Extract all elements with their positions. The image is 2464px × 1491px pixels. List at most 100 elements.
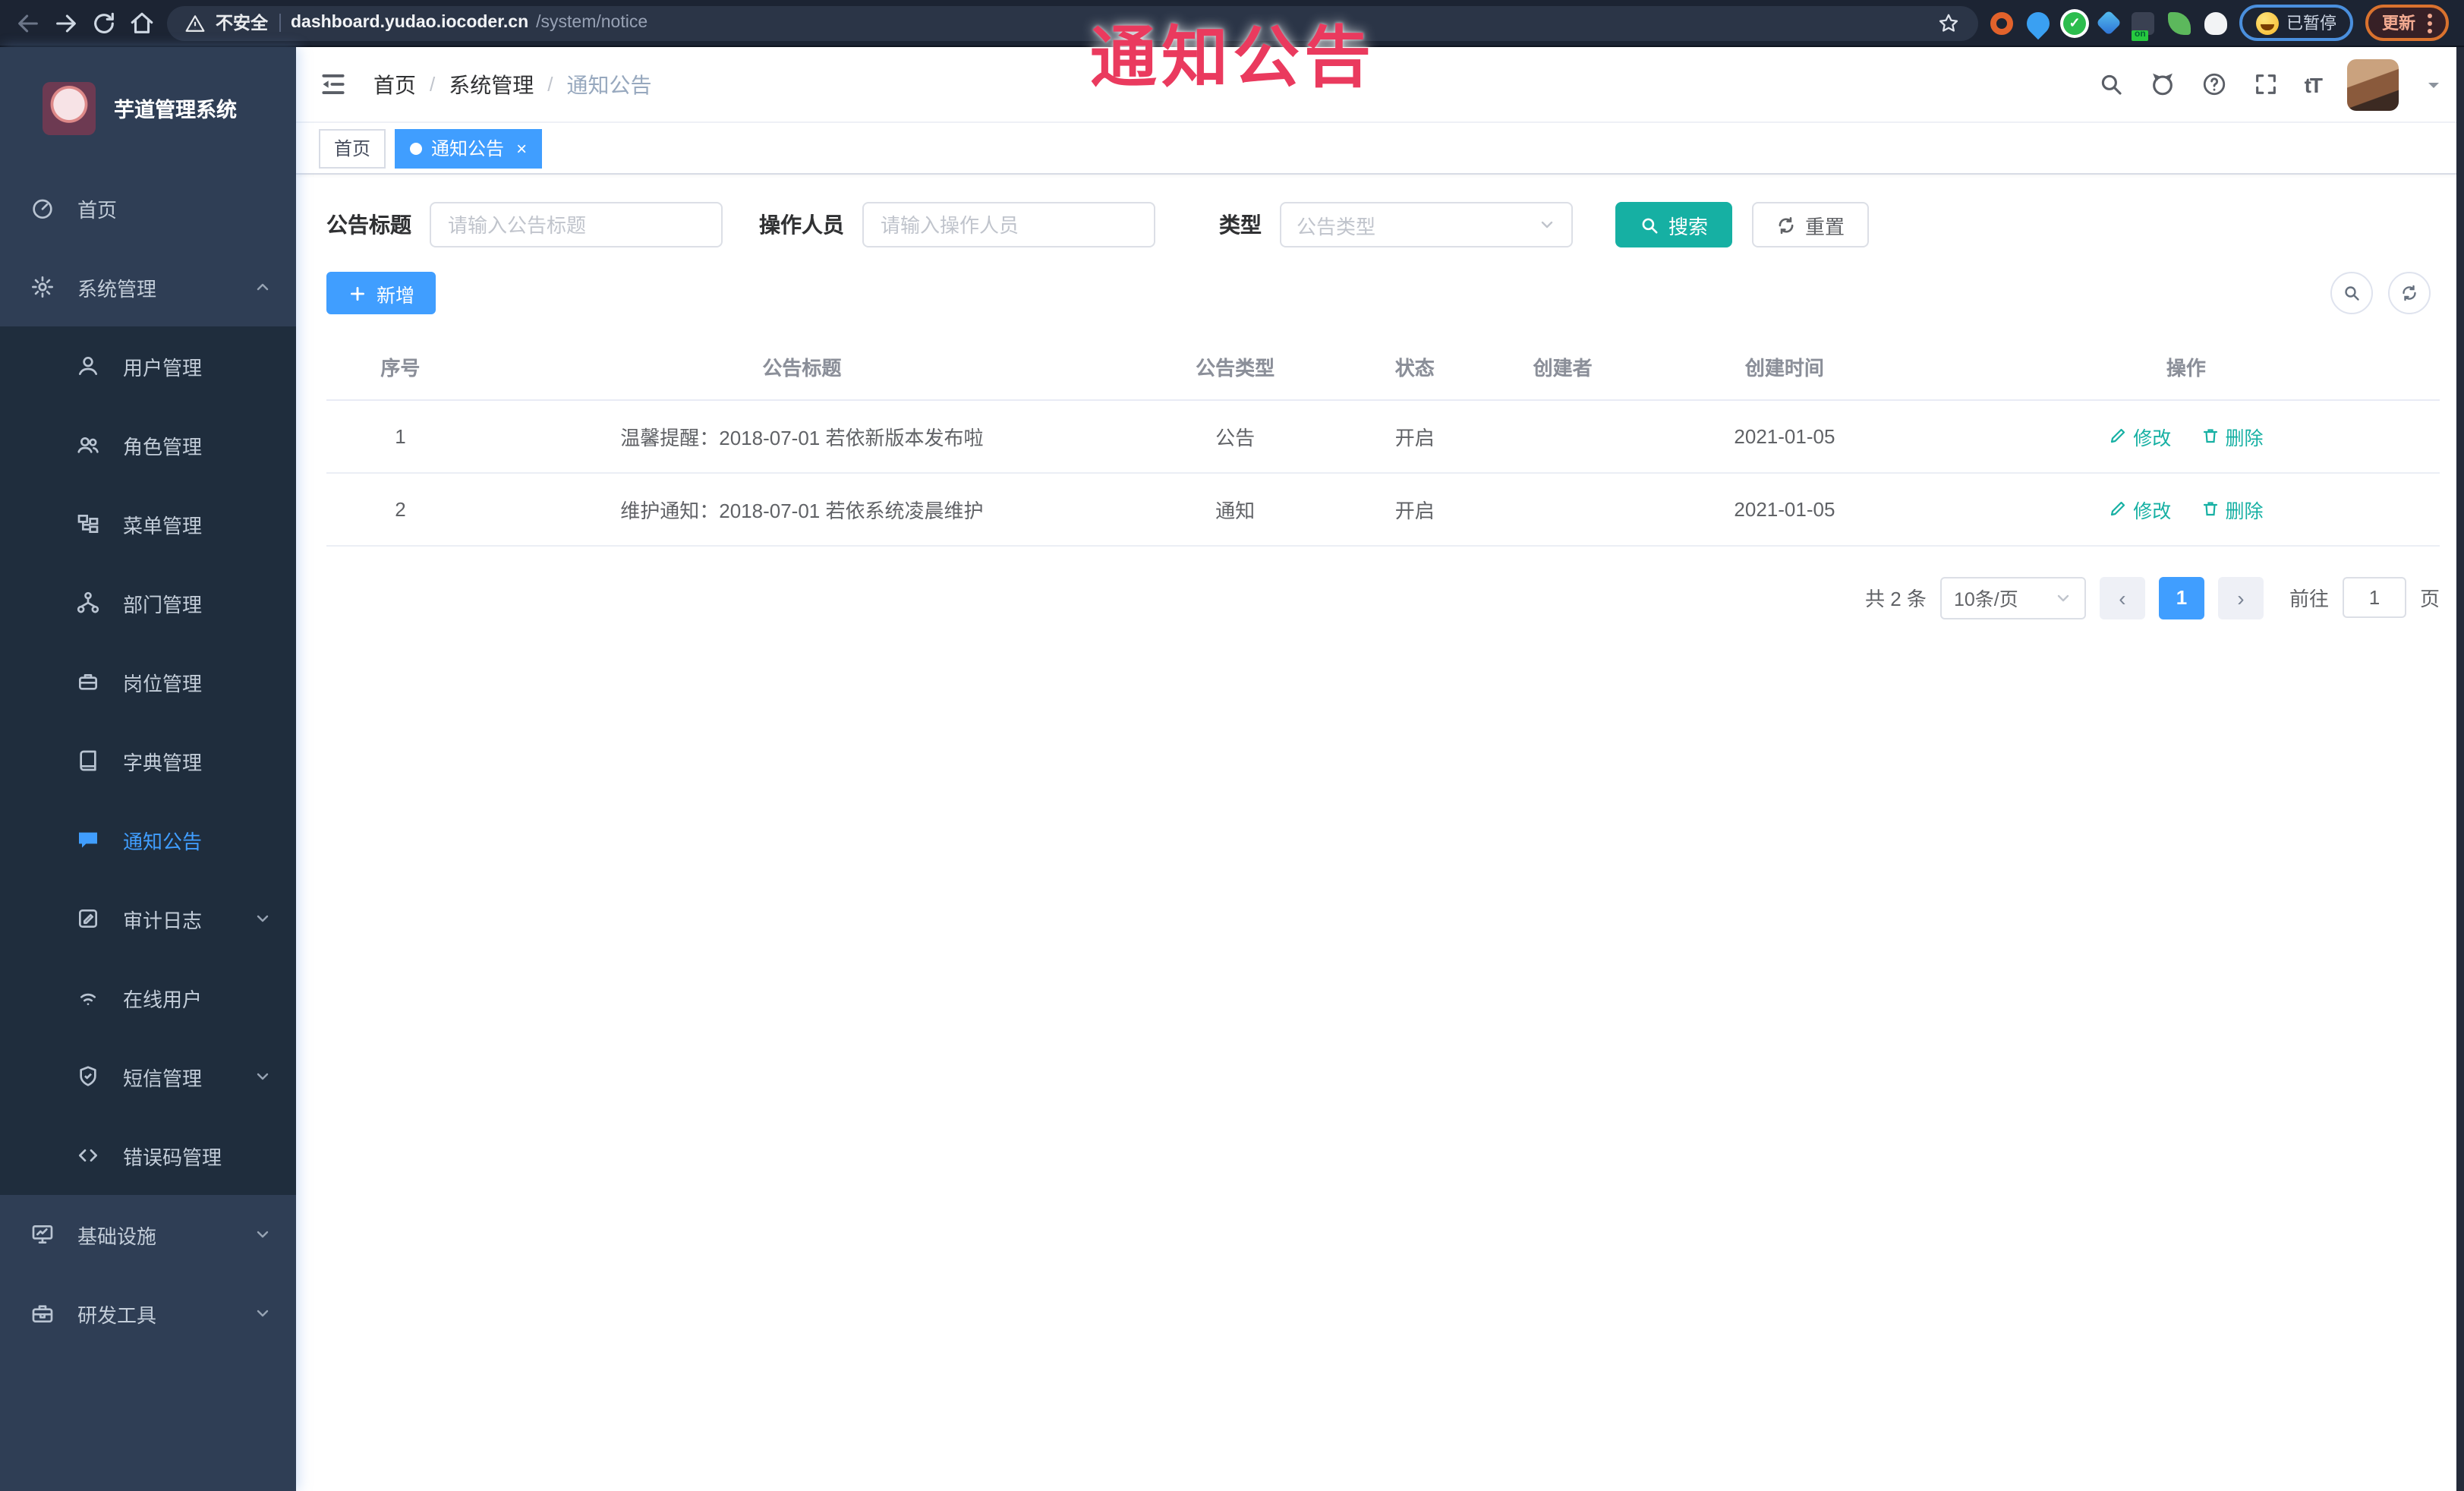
extension-leaf-icon[interactable] xyxy=(2168,11,2191,34)
sidebar-item-menus[interactable]: 菜单管理 xyxy=(0,484,296,563)
browser-menu-icon[interactable] xyxy=(2428,13,2432,33)
address-bar[interactable]: 不安全 dashboard.yudao.iocoder.cn/system/no… xyxy=(167,5,1978,40)
delete-button[interactable]: 删除 xyxy=(2201,421,2264,450)
extension-switch-icon[interactable]: on xyxy=(2132,11,2154,40)
sidebar-item-dict[interactable]: 字典管理 xyxy=(0,721,296,800)
active-dot-icon xyxy=(410,142,423,154)
font-size-icon[interactable]: tT xyxy=(2305,72,2323,96)
page-size-select[interactable]: 10条/页 xyxy=(1939,576,2086,619)
breadcrumb-system[interactable]: 系统管理 xyxy=(449,69,534,99)
sidebar-item-error-codes[interactable]: 错误码管理 xyxy=(0,1116,296,1195)
sidebar-item-label: 通知公告 xyxy=(123,830,203,853)
reload-icon[interactable] xyxy=(91,10,117,36)
forward-icon[interactable] xyxy=(53,10,79,36)
edit-icon xyxy=(2111,428,2125,443)
sidebar-item-users[interactable]: 用户管理 xyxy=(0,326,296,405)
col-type: 公告类型 xyxy=(1129,336,1341,400)
sidebar-item-posts[interactable]: 岗位管理 xyxy=(0,642,296,721)
edit-button[interactable]: 修改 xyxy=(2109,421,2171,450)
add-button[interactable]: 新增 xyxy=(326,272,436,314)
tags-view-bar: 首页 通知公告 × xyxy=(296,123,2464,175)
extension-donut-icon[interactable] xyxy=(1990,11,2013,34)
fullscreen-icon[interactable] xyxy=(2253,71,2279,97)
breadcrumb-home[interactable]: 首页 xyxy=(373,69,416,99)
sidebar-logo[interactable]: 芋道管理系统 xyxy=(0,47,296,169)
delete-button[interactable]: 删除 xyxy=(2201,494,2264,523)
user-avatar[interactable] xyxy=(2347,58,2399,110)
warning-icon xyxy=(185,14,205,31)
sidebar-item-audit-log[interactable]: 审计日志 xyxy=(0,879,296,958)
sidebar-item-notice[interactable]: 通知公告 xyxy=(0,800,296,879)
reset-button[interactable]: 重置 xyxy=(1752,202,1870,247)
sidebar-item-label: 角色管理 xyxy=(123,435,203,458)
screen: 不安全 dashboard.yudao.iocoder.cn/system/no… xyxy=(0,0,2464,1491)
sidebar-item-home[interactable]: 首页 xyxy=(0,169,296,247)
operator-input[interactable] xyxy=(862,202,1155,247)
page-1-button[interactable]: 1 xyxy=(2158,576,2204,619)
shield-icon xyxy=(80,1066,96,1086)
notice-title-input[interactable] xyxy=(430,202,723,247)
breadcrumb-separator: / xyxy=(430,73,436,96)
sidebar-item-system[interactable]: 系统管理 xyxy=(0,247,296,326)
edit-button[interactable]: 修改 xyxy=(2109,494,2171,523)
help-icon[interactable] xyxy=(2201,71,2227,97)
sidebar-item-dev-tools[interactable]: 研发工具 xyxy=(0,1274,296,1353)
sidebar-item-label: 菜单管理 xyxy=(123,514,203,537)
search-button[interactable]: 搜索 xyxy=(1615,202,1733,247)
page-content: 公告标题 操作人员 类型 公告类型 xyxy=(296,175,2464,1491)
paused-extension-badge[interactable]: 已暂停 xyxy=(2239,5,2353,41)
github-icon[interactable] xyxy=(2150,71,2176,97)
extension-gem-icon[interactable] xyxy=(2096,10,2122,36)
browser-update-button[interactable]: 更新 xyxy=(2365,5,2449,41)
sidebar-item-online-users[interactable]: 在线用户 xyxy=(0,958,296,1037)
extension-ghost-icon[interactable] xyxy=(2204,11,2227,34)
edit-label: 修改 xyxy=(2133,427,2172,449)
sidebar-item-roles[interactable]: 角色管理 xyxy=(0,405,296,484)
chevron-down-icon xyxy=(257,915,269,922)
back-icon[interactable] xyxy=(15,10,41,36)
search-icon[interactable] xyxy=(2098,71,2124,97)
update-label[interactable]: 更新 xyxy=(2382,11,2415,35)
cell-type: 通知 xyxy=(1129,472,1341,546)
sidebar-item-departments[interactable]: 部门管理 xyxy=(0,563,296,642)
extension-check-icon[interactable]: ✓ xyxy=(2063,11,2086,34)
tab-label: 通知公告 xyxy=(431,138,505,159)
caret-down-icon[interactable] xyxy=(2425,75,2443,93)
collapse-sidebar-icon[interactable] xyxy=(319,70,348,99)
tab-notice[interactable]: 通知公告 × xyxy=(395,128,543,168)
refresh-table-button[interactable] xyxy=(2388,272,2431,314)
system-submenu: 用户管理 角色管理 菜单管理 部门管理 岗位管理 字典管理 通知公告 审计日志 … xyxy=(0,326,296,1195)
sidebar-item-sms[interactable]: 短信管理 xyxy=(0,1037,296,1116)
plus-icon xyxy=(351,286,364,300)
cell-index: 2 xyxy=(326,472,474,546)
home-icon[interactable] xyxy=(129,10,155,36)
user-icon xyxy=(79,357,97,375)
emoji-avatar-icon xyxy=(2256,11,2279,34)
url-host: dashboard.yudao.iocoder.cn xyxy=(291,14,529,32)
toggle-search-button[interactable] xyxy=(2330,272,2373,314)
cell-creator xyxy=(1489,472,1637,546)
cell-creator xyxy=(1489,399,1637,473)
sidebar-item-infrastructure[interactable]: 基础设施 xyxy=(0,1195,296,1274)
chevron-down-icon xyxy=(257,1073,269,1080)
type-select[interactable]: 公告类型 xyxy=(1280,202,1573,247)
top-navbar: 首页 / 系统管理 / 通知公告 tT xyxy=(296,47,2464,123)
next-page-button[interactable]: › xyxy=(2217,576,2264,619)
col-creator: 创建者 xyxy=(1489,336,1637,400)
sidebar-item-label: 字典管理 xyxy=(123,751,203,774)
close-tab-icon[interactable]: × xyxy=(516,139,527,157)
bookmark-star-icon[interactable] xyxy=(1937,11,1960,34)
scrollbar[interactable] xyxy=(2456,47,2464,1491)
breadcrumb: 首页 / 系统管理 / 通知公告 xyxy=(373,69,652,99)
dict-icon xyxy=(80,750,96,771)
security-label[interactable]: 不安全 xyxy=(216,11,268,35)
extension-pin-icon[interactable] xyxy=(2021,6,2055,39)
dashboard-icon xyxy=(33,199,52,219)
goto-page-input[interactable] xyxy=(2342,577,2406,618)
tab-home[interactable]: 首页 xyxy=(319,128,386,168)
sidebar-item-label: 审计日志 xyxy=(123,909,203,931)
paused-label: 已暂停 xyxy=(2286,15,2336,33)
sidebar-item-label: 基础设施 xyxy=(77,1225,157,1247)
tab-label: 首页 xyxy=(334,138,371,159)
prev-page-button[interactable]: ‹ xyxy=(2099,576,2145,619)
